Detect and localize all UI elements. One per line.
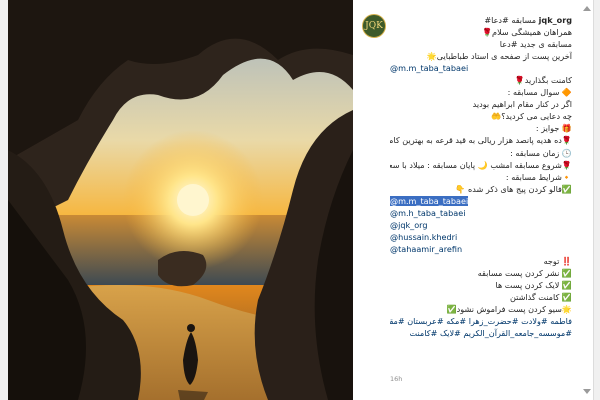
- caption-text: مسابقه ی جدید #دعا: [499, 39, 572, 50]
- cave-sunset-photo: [8, 0, 353, 400]
- scroll-up-arrow[interactable]: [583, 6, 591, 11]
- caption-line: jqk_org مسابقه #دعا#: [390, 14, 572, 26]
- caption-line: 🌟سیو کردن پست فراموش نشود✅: [390, 303, 572, 315]
- caption-text: 🎁 جوایز :: [535, 123, 572, 134]
- scroll-down-arrow[interactable]: [583, 389, 591, 394]
- caption-line[interactable]: فاطمه #ولادت #حضرت_زهرا #مکه #عربستان #م…: [390, 315, 572, 327]
- caption-text: 🌟سیو کردن پست فراموش نشود✅: [446, 304, 572, 315]
- caption-line: ✅ نشر کردن پست مسابقه: [390, 267, 572, 279]
- caption-line: 🎁 جوایز :: [390, 122, 572, 134]
- post-image[interactable]: [8, 0, 353, 400]
- caption-text: ✅ لایک کردن پست ها: [495, 280, 572, 291]
- caption-text: 🕒 زمان مسابقه :: [510, 147, 572, 158]
- avatar[interactable]: JQK: [362, 14, 386, 38]
- caption-text: ‼️ توجه: [543, 255, 572, 266]
- caption-text: 🌹ده هدیه پانصد هزار ریالی به قید قرعه به…: [390, 135, 572, 146]
- caption-line: ✅ کامنت گذاشتن: [390, 291, 572, 303]
- caption-line[interactable]: @tahaamir_arefin: [390, 243, 572, 255]
- caption-line: همراهان همیشگی سلام🌹: [390, 26, 572, 38]
- caption-line: آخرین پست از صفحه ی استاد طباطبایی🌟: [390, 50, 572, 62]
- mention-link[interactable]: @m.m_taba_tabaei: [390, 195, 469, 206]
- mention-link[interactable]: @hussain.khedri: [390, 232, 457, 242]
- mention-link[interactable]: @m.m_taba_tabaei: [390, 63, 468, 73]
- mention-link[interactable]: @tahaamir_arefin: [390, 244, 462, 254]
- caption-line: 🔸شرایط مسابقه :: [390, 171, 572, 183]
- caption-text: آخرین پست از صفحه ی استاد طباطبایی🌟: [426, 51, 572, 62]
- caption-line: مسابقه ی جدید #دعا: [390, 38, 572, 50]
- caption-line: چه دعایی می کردید؟🤲: [390, 110, 572, 122]
- hashtag-links[interactable]: #موسسه_جامعه_القرآن_الکریم #لایک #کامنت: [410, 328, 572, 338]
- caption-text: 🌹شروع مسابقه امشب 🌙 پایان مسابقه : میلاد…: [390, 159, 572, 170]
- caption-text: ✅ نشر کردن پست مسابقه: [477, 267, 572, 278]
- caption-line: 🕒 زمان مسابقه :: [390, 147, 572, 159]
- caption-text: مسابقه #دعا#: [484, 15, 537, 25]
- caption-line[interactable]: @hussain.khedri: [390, 231, 572, 243]
- caption-line: ✅ لایک کردن پست ها: [390, 279, 572, 291]
- mention-link[interactable]: @jqk_org: [390, 220, 428, 230]
- caption-line: ‼️ توجه: [390, 255, 572, 267]
- username-link[interactable]: jqk_org: [539, 15, 572, 25]
- caption-text: ✅فالو کردن پیج های ذکر شده 👇: [455, 183, 572, 194]
- caption-line[interactable]: @m.m_taba_tabaei: [390, 195, 572, 207]
- caption-line: کامنت بگذارید🌹: [390, 74, 572, 86]
- mention-link[interactable]: @m.h_taba_tabaei: [390, 208, 465, 218]
- caption-line[interactable]: @m.h_taba_tabaei: [390, 207, 572, 219]
- caption-line: 🌹شروع مسابقه امشب 🌙 پایان مسابقه : میلاد…: [390, 159, 572, 171]
- hashtag-links[interactable]: فاطمه #ولادت #حضرت_زهرا #مکه #عربستان #م…: [390, 316, 572, 326]
- caption-line[interactable]: @m.m_taba_tabaei: [390, 62, 572, 74]
- caption-text: 🔸شرایط مسابقه :: [505, 171, 572, 182]
- caption-text: اگر در کنار مقام ابراهیم بودید: [472, 99, 572, 110]
- caption-text: 🔶 سوال مسابقه :: [507, 87, 572, 98]
- caption-line: 🔶 سوال مسابقه :: [390, 86, 572, 98]
- avatar-text: JQK: [365, 21, 383, 31]
- post-caption: jqk_org مسابقه #دعا# همراهان همیشگی سلام🌹…: [390, 14, 572, 339]
- caption-text: همراهان همیشگی سلام🌹: [481, 27, 572, 38]
- caption-line: اگر در کنار مقام ابراهیم بودید: [390, 98, 572, 110]
- caption-line: ✅فالو کردن پیج های ذکر شده 👇: [390, 183, 572, 195]
- caption-text: کامنت بگذارید🌹: [514, 75, 572, 86]
- caption-text: ✅ کامنت گذاشتن: [509, 292, 572, 303]
- post-timestamp: 16h: [390, 375, 403, 383]
- comments-panel: JQK jqk_org مسابقه #دعا# همراهان همیشگی س…: [354, 0, 580, 400]
- caption-line[interactable]: #موسسه_جامعه_القرآن_الکریم #لایک #کامنت: [390, 327, 572, 339]
- caption-text: چه دعایی می کردید؟🤲: [491, 111, 572, 122]
- caption-line: 🌹ده هدیه پانصد هزار ریالی به قید قرعه به…: [390, 134, 572, 146]
- caption-line[interactable]: @jqk_org: [390, 219, 572, 231]
